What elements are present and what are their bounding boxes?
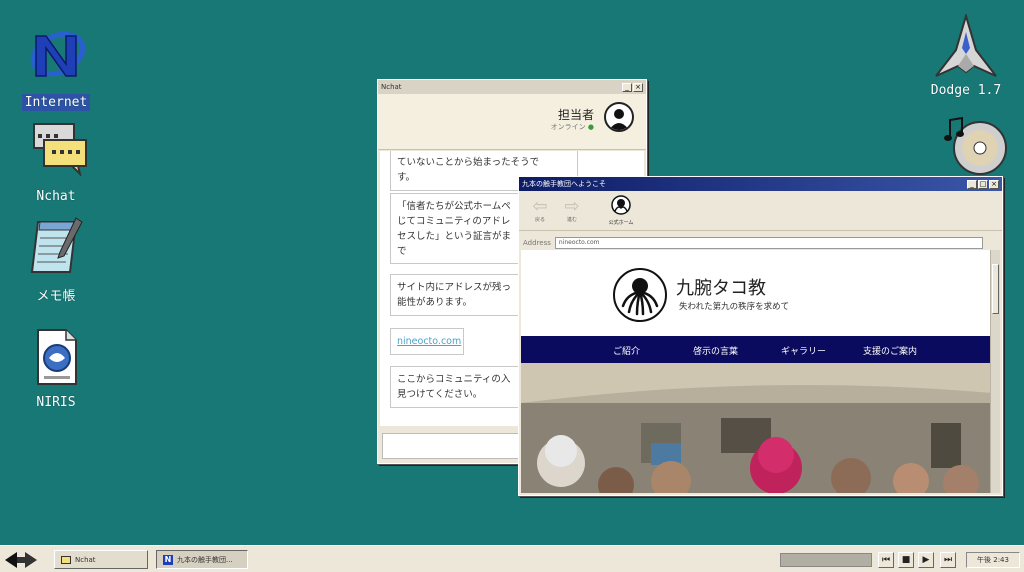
back-arrow-icon: ⇦ (532, 196, 548, 217)
desktop-icon-label: Nchat (36, 189, 76, 204)
previous-icon: ⏮ (881, 555, 891, 565)
minimize-button[interactable]: _ (967, 179, 977, 189)
minimize-button[interactable]: _ (622, 82, 632, 92)
stop-button[interactable]: ■ (898, 552, 914, 568)
previous-track-button[interactable]: ⏮ (878, 552, 894, 568)
desktop-icon-music[interactable] (932, 114, 1012, 178)
nav-item-gallery[interactable]: ギャラリー (781, 344, 826, 357)
avatar (604, 102, 634, 132)
taskbar-button-browser[interactable]: N 九本の触手教団... (156, 550, 248, 569)
forward-button[interactable]: ⇨ 進む (559, 196, 585, 224)
site-subtitle: 失われた第九の秩序を求めて (679, 302, 790, 312)
next-track-button[interactable]: ⏭ (940, 552, 956, 568)
address-input[interactable]: nineocto.com (554, 237, 983, 249)
taskbar-button-nchat[interactable]: Nchat (54, 550, 148, 569)
browser-window[interactable]: 九本の触手教団へようこそ _ □ × ⇦ 戻る ⇨ 進む 公式ホーム Addre… (518, 176, 1003, 496)
chat-message: ここからコミュニティの入 見つけてください。 (390, 366, 522, 408)
desktop-icon-label: Dodge 1.7 (930, 83, 1002, 98)
address-label: Address (523, 239, 551, 247)
desktop-icon-notepad[interactable]: メモ帳 (16, 216, 96, 305)
desktop-icon-label: Internet (21, 94, 91, 111)
next-icon: ⏭ (943, 555, 953, 565)
home-button[interactable]: 公式ホーム (601, 195, 641, 226)
music-cd-icon (940, 114, 1007, 178)
maximize-button[interactable]: □ (978, 179, 988, 189)
nchat-titlebar[interactable]: Nchat _ × (378, 80, 646, 94)
nav-item-revelation[interactable]: 啓示の言葉 (693, 344, 738, 357)
agent-status: オンライン ● (550, 123, 594, 131)
address-bar: Address nineocto.com (519, 235, 1002, 251)
nav-item-intro[interactable]: ご紹介 (613, 344, 640, 357)
chat-message: 「信者たちが公式ホームペ じてコミュニティのアドレ セスした」という証言がま で (390, 193, 522, 264)
taskbar-clock: 午後 2:43 (966, 552, 1020, 568)
nchat-title: Nchat (381, 83, 402, 91)
site-title: 九腕タコ教 (676, 278, 766, 299)
document-icon (24, 326, 88, 390)
forward-arrow-icon: ⇨ (564, 196, 580, 217)
desktop-icon-niris[interactable]: NIRIS (16, 326, 96, 411)
page-scrollbar[interactable] (990, 250, 1000, 493)
play-icon: ▶ (922, 555, 930, 565)
notepad-icon (24, 216, 88, 280)
scrollbar-thumb[interactable] (992, 264, 999, 314)
browser-title: 九本の触手教団へようこそ (522, 180, 606, 188)
chat-bubbles-icon (61, 555, 71, 564)
browser-toolbar: ⇦ 戻る ⇨ 進む 公式ホーム (519, 191, 1002, 231)
agent-name: 担当者 (557, 108, 594, 122)
close-button[interactable]: × (633, 82, 643, 92)
chat-message: サイト内にアドレスが残っ 能性があります。 (390, 274, 522, 316)
browser-titlebar[interactable]: 九本の触手教団へようこそ _ □ × (519, 177, 1002, 191)
media-progress-bar[interactable] (780, 553, 872, 567)
site-nav: ご紹介 啓示の言葉 ギャラリー 支援のご案内 (521, 336, 992, 363)
hero-image (521, 363, 992, 493)
octopus-icon (611, 195, 631, 215)
desktop-icon-nchat[interactable]: Nchat (16, 120, 96, 205)
chat-bubbles-icon (24, 120, 88, 184)
desktop-icon-label: メモ帳 (36, 289, 76, 304)
nav-item-support[interactable]: 支援のご案内 (863, 344, 917, 357)
stop-icon: ■ (901, 555, 911, 565)
desktop-icon-label: NIRIS (36, 395, 76, 410)
chat-header: 担当者 オンライン ● (378, 94, 646, 150)
start-button[interactable] (3, 550, 39, 570)
desktop-icon-dodge[interactable]: Dodge 1.7 (926, 12, 1006, 99)
close-button[interactable]: × (989, 179, 999, 189)
desktop-icon-internet[interactable]: Internet (16, 26, 96, 111)
n-logo-icon: N (163, 554, 173, 565)
page-viewport[interactable]: 九腕タコ教 失われた第九の秩序を求めて ご紹介 啓示の言葉 ギャラリー 支援のご… (521, 250, 992, 493)
n-logo-icon (24, 26, 88, 90)
back-button[interactable]: ⇦ 戻る (527, 196, 553, 224)
taskbar: Nchat N 九本の触手教団... ⏮ ■ ▶ ⏭ 午後 2:43 (0, 545, 1024, 572)
spaceship-icon (934, 12, 998, 78)
play-button[interactable]: ▶ (918, 552, 934, 568)
octopus-logo (613, 268, 667, 322)
chat-link-nineocto[interactable]: nineocto.com (390, 328, 464, 355)
